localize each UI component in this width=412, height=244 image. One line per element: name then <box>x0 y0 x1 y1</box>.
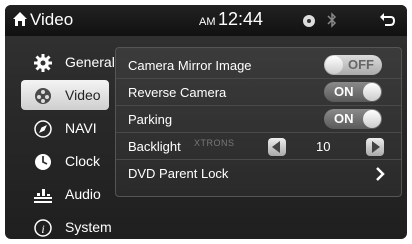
chevron-right-icon <box>376 167 385 181</box>
menu-item-label: NAVI <box>65 120 97 136</box>
watermark: XTRONS <box>194 138 235 148</box>
setting-row-reverse-camera: Reverse Camera ON <box>116 81 401 106</box>
menu-item-label: Audio <box>65 186 101 202</box>
settings-menu: General Video NAVI Clock Audio i System <box>21 47 115 239</box>
home-icon[interactable] <box>12 11 28 27</box>
menu-item-navi[interactable]: NAVI <box>21 113 109 143</box>
svg-text:i: i <box>41 222 44 236</box>
gear-icon <box>34 54 52 72</box>
setting-row-backlight: Backlight XTRONS 10 <box>116 135 401 160</box>
setting-row-parking: Parking ON <box>116 108 401 133</box>
menu-item-clock[interactable]: Clock <box>21 146 109 176</box>
setting-row-dvd-parent-lock[interactable]: DVD Parent Lock <box>116 162 401 186</box>
menu-item-audio[interactable]: Audio <box>21 179 109 209</box>
clock-ampm: AM <box>199 16 216 28</box>
screen: Video AM 12:44 General Video NAVI Clock … <box>5 5 407 239</box>
setting-row-camera-mirror: Camera Mirror Image OFF <box>116 54 401 79</box>
menu-item-label: Video <box>65 87 101 103</box>
setting-label: Backlight <box>128 139 181 154</box>
settings-panel: Camera Mirror Image OFF Reverse Camera O… <box>115 47 402 197</box>
toggle-state: ON <box>334 84 354 99</box>
back-icon[interactable] <box>379 12 395 28</box>
setting-label: Reverse Camera <box>128 85 227 100</box>
menu-item-system[interactable]: i System <box>21 212 112 239</box>
info-icon: i <box>34 219 52 237</box>
backlight-increase-button[interactable] <box>366 138 384 156</box>
toggle-state: OFF <box>348 57 374 72</box>
compass-icon <box>34 120 52 138</box>
top-bar: Video AM 12:44 <box>5 5 407 36</box>
menu-item-video[interactable]: Video <box>21 80 109 110</box>
menu-item-general[interactable]: General <box>21 47 115 77</box>
chevron-right-icon <box>372 141 380 153</box>
reverse-camera-toggle[interactable]: ON <box>324 82 382 102</box>
menu-item-label: System <box>65 219 112 235</box>
setting-label: Camera Mirror Image <box>128 58 252 73</box>
menu-item-label: General <box>65 54 115 70</box>
backlight-decrease-button[interactable] <box>268 138 286 156</box>
equalizer-icon <box>34 189 52 203</box>
toggle-knob <box>363 110 381 128</box>
clock-time: 12:44 <box>218 9 264 29</box>
toggle-knob <box>363 83 381 101</box>
clock-icon <box>35 154 51 170</box>
setting-label: DVD Parent Lock <box>128 166 229 181</box>
backlight-value: 10 <box>316 139 331 154</box>
setting-label: Parking <box>128 112 173 127</box>
chevron-left-icon <box>272 141 280 153</box>
bluetooth-icon <box>327 12 337 28</box>
parking-toggle[interactable]: ON <box>324 109 382 129</box>
frame: Video AM 12:44 General Video NAVI Clock … <box>0 0 412 244</box>
page-title: Video <box>30 10 74 29</box>
toggle-knob <box>325 56 343 74</box>
toggle-state: ON <box>334 111 354 126</box>
disc-icon <box>303 15 315 27</box>
menu-item-label: Clock <box>65 153 101 169</box>
camera-mirror-toggle[interactable]: OFF <box>324 55 382 75</box>
video-icon <box>35 88 51 104</box>
